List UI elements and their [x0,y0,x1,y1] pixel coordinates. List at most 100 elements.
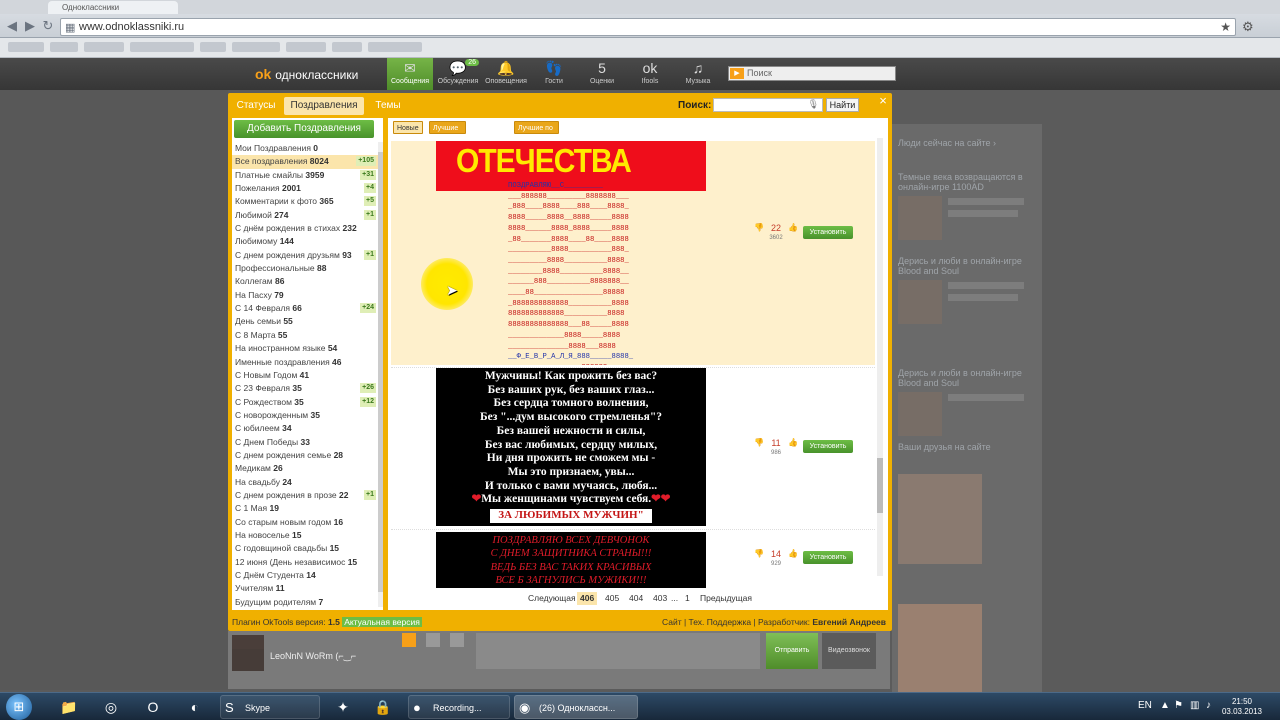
category-item[interactable]: С днём рождения в стихах 232 [232,222,378,235]
tab-congratulations[interactable]: Поздравления [284,97,364,115]
category-item[interactable]: С Рождеством 35 +12 [232,396,378,409]
taskbar-odnoklassniki[interactable]: ◉ (26) Одноклассн... [514,695,638,719]
prev-page-link[interactable]: Предыдущая [697,592,755,605]
message-input[interactable] [476,633,760,669]
category-item[interactable]: Любимой 274 +1 [232,209,378,222]
back-button[interactable]: ◀ [4,18,20,34]
close-icon[interactable]: × [876,94,890,108]
language-indicator[interactable]: EN [1138,700,1152,711]
start-button[interactable]: ⊞ [6,694,32,720]
page-link[interactable]: 406 [577,592,598,605]
card-image[interactable]: ОТЕЧЕСТВА ПОЗДРАВЛЯЮ__С_________ ___88888… [436,141,706,365]
category-item[interactable]: С Днем Победы 33 [232,436,378,449]
category-item[interactable]: С юбилеем 34 [232,422,378,435]
bookmark[interactable] [332,42,362,52]
category-item[interactable]: Медикам 26 [232,462,378,475]
bookmark[interactable] [50,42,78,52]
card-image[interactable]: ПОЗДРАВЛЯЮ ВСЕХ ДЕВЧОНОК С ДНЕМ ЗАЩИТНИКА… [436,532,706,588]
nav-ifools[interactable]: ok Ifools [627,58,673,90]
category-item[interactable]: На иностранном языке 54 [232,342,378,355]
category-item[interactable]: С днем рождения в прозе 22 +1 [232,489,378,502]
play-icon[interactable]: ▶ [730,68,744,79]
attach-icon[interactable] [402,633,416,647]
app-icon[interactable]: ✦ [328,695,358,719]
tab-statuses[interactable]: Статусы [232,97,280,115]
category-scrollbar[interactable] [378,142,383,607]
category-item[interactable]: Со старым новым годом 16 [232,516,378,529]
category-item[interactable]: С 14 Февраля 66 +24 [232,302,378,315]
thumbs-up-icon[interactable]: 👍 [788,223,798,232]
find-button[interactable]: Найти [826,98,859,112]
network-icon[interactable]: ▥ [1190,700,1199,711]
category-item[interactable]: С годовщиной свадьбы 15 [232,542,378,555]
filter-new[interactable]: Новые [393,121,423,134]
thumbs-up-icon[interactable]: 👍 [788,549,798,558]
tab-topics[interactable]: Темы [368,97,408,115]
show-hidden-icon[interactable]: ▲ [1160,700,1170,711]
forward-button[interactable]: ▶ [22,18,38,34]
thumbs-down-icon[interactable]: 👎 [754,549,764,558]
bookmark[interactable] [286,42,326,52]
nav-messages[interactable]: ✉ Сообщения [387,58,433,90]
microphone-icon[interactable]: 🎙 [808,99,819,110]
dialog-search-input[interactable]: 🎙 [713,98,823,112]
taskbar-skype[interactable]: S Skype [220,695,320,719]
sidebar-ad-title[interactable]: Темные века возвращаются в онлайн-игре 1… [898,172,1038,192]
category-item[interactable]: С Днём Студента 14 [232,569,378,582]
category-item[interactable]: На новоселье 15 [232,529,378,542]
site-search-input[interactable]: ▶ Поиск [728,66,896,81]
content-scrollbar[interactable] [877,138,883,576]
category-item[interactable]: С новорожденным 35 [232,409,378,422]
category-item[interactable]: Любимому 144 [232,235,378,248]
chat-contact[interactable]: LeoNnN WoRm (⌐‿⌐ [232,649,382,671]
gift-icon[interactable] [426,633,440,647]
category-item[interactable]: С 23 Февраля 35 +26 [232,382,378,395]
next-page-link[interactable]: Следующая [525,592,579,605]
sidebar-ad-title[interactable]: Дерись и люби в онлайн-игре Blood and So… [898,256,1038,276]
category-item[interactable]: С днем рождения семье 28 [232,449,378,462]
nav-discussions[interactable]: 💬 Обсуждения 26 [435,58,481,90]
site-logo[interactable]: ok одноклассники [255,66,358,82]
bookmark[interactable] [8,42,44,52]
lock-icon[interactable]: 🔒 [368,695,398,719]
thumbs-down-icon[interactable]: 👎 [754,223,764,232]
reload-icon[interactable]: ↻ [40,18,56,34]
nav-notifications[interactable]: 🔔 Оповещения [483,58,529,90]
wrench-icon[interactable]: ⚙ [1242,19,1254,35]
category-item[interactable]: Коллегам 86 [232,275,378,288]
category-item[interactable]: Комментарии к фото 365 +5 [232,195,378,208]
video-call-button[interactable]: Видеозвонок [822,633,876,669]
plugin-links[interactable]: Сайт | Тех. Поддержка | Разработчик: Евг… [662,615,886,629]
sidebar-ad-title[interactable]: Дерись и люби в онлайн-игре Blood and So… [898,368,1038,388]
nav-guests[interactable]: 👣 Гости [531,58,577,90]
add-congratulation-button[interactable]: Добавить Поздравления [234,120,374,138]
address-bar[interactable]: ▦ www.odnoklassniki.ru ★ [60,18,1236,36]
bookmark[interactable] [130,42,194,52]
flag-icon[interactable]: ⚑ [1174,700,1183,711]
friend-photo[interactable] [898,604,982,694]
ad-thumbnail[interactable] [898,392,942,436]
install-button[interactable]: Установить [803,551,853,564]
microphone-icon[interactable] [450,633,464,647]
actual-version-badge[interactable]: Актуальная версия [342,617,422,627]
thumbs-up-icon[interactable]: 👍 [788,438,798,447]
page-link[interactable]: 404 [626,592,646,605]
install-button[interactable]: Установить [803,226,853,239]
nav-ratings[interactable]: 5 Оценки [579,58,625,90]
category-item[interactable]: Все поздравления 8024 +105 [232,155,378,169]
nav-music[interactable]: ♫ Музыка [675,58,721,90]
category-item[interactable]: На свадьбу 24 [232,476,378,489]
category-item[interactable]: Учителям 11 [232,582,378,595]
category-item[interactable]: С днем рождения друзьям 93 +1 [232,249,378,262]
clock[interactable]: 21:50 03.03.2013 [1220,697,1264,717]
category-item[interactable]: Мои Поздравления 0 [232,142,378,155]
bookmark[interactable] [232,42,280,52]
bookmark[interactable] [200,42,226,52]
browser-icon[interactable]: ◐ [180,695,210,719]
category-item[interactable]: 12 июня (День независимос 15 [232,556,378,569]
ad-thumbnail[interactable] [898,280,942,324]
category-item[interactable]: С 8 Марта 55 [232,329,378,342]
install-button[interactable]: Установить [803,440,853,453]
browser-tab[interactable]: Одноклассники [48,1,178,14]
category-item[interactable]: С 1 Мая 19 [232,502,378,515]
